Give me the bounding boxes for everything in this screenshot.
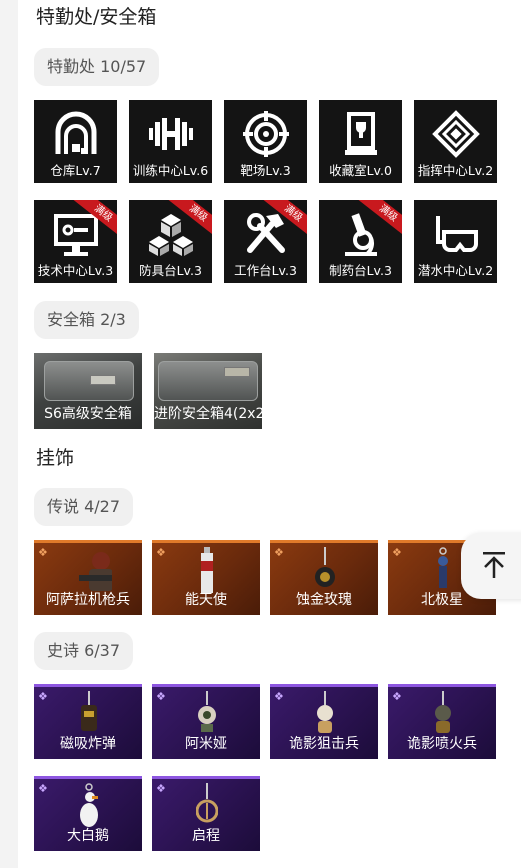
- epic-row-1: ❖ 磁吸炸弹 ❖ 阿米娅 ❖ 诡影狙击兵 ❖ 诡影喷火兵: [34, 684, 496, 759]
- epic-count-chip[interactable]: 史诗 6/37: [34, 632, 134, 670]
- safe-image: [44, 361, 134, 401]
- rarity-diamond-icon: ❖: [274, 546, 284, 559]
- charm-figure-icon: [317, 691, 333, 733]
- charm-card[interactable]: ❖ 大白鹅: [34, 776, 142, 851]
- charms-section-title: 挂饰: [36, 447, 75, 469]
- facility-tile-diving[interactable]: 潜水中心Lv.2: [414, 200, 497, 283]
- charm-rose-icon: [315, 547, 335, 587]
- facility-tile-range[interactable]: 靶场Lv.3: [224, 100, 307, 183]
- monitor-icon: [54, 214, 98, 256]
- facility-label: 潜水中心Lv.2: [417, 263, 494, 278]
- diving-mask-icon: [436, 216, 478, 252]
- charm-figure-icon: [435, 691, 451, 733]
- facility-label: 训练中心Lv.6: [132, 163, 209, 178]
- charm-compass-icon: [196, 783, 218, 823]
- epic-row-2: ❖ 大白鹅 ❖ 启程: [34, 776, 260, 851]
- rarity-diamond-icon: ❖: [392, 690, 402, 703]
- charm-card[interactable]: ❖ 能天使: [152, 540, 260, 615]
- facility-label: 仓库Lv.7: [50, 163, 101, 178]
- legendary-row: ❖ 阿萨拉机枪兵 ❖ 能天使 ❖ 蚀金玫瑰 ❖ 北极星: [34, 540, 496, 615]
- facility-label: 指挥中心Lv.2: [417, 163, 494, 178]
- boxes-icon: [149, 214, 193, 256]
- charm-figure-icon: [79, 552, 112, 591]
- charm-figure-icon: [198, 691, 216, 732]
- charm-label: 蚀金玫瑰: [296, 592, 352, 608]
- facility-tile-workbench[interactable]: 满级 工作台Lv.3: [224, 200, 307, 283]
- facility-tile-collection[interactable]: 收藏室Lv.0: [319, 100, 402, 183]
- charm-card[interactable]: ❖ 启程: [152, 776, 260, 851]
- microscope-icon: [345, 213, 377, 256]
- safe-card[interactable]: S6高级安全箱: [34, 353, 142, 429]
- tools-icon: [247, 213, 285, 253]
- target-icon: [243, 111, 289, 157]
- safe-nameplate: [90, 375, 116, 385]
- hq-section-title: 特勤处/安全箱: [36, 6, 157, 28]
- facility-tile-armor[interactable]: 满级 防具台Lv.3: [129, 200, 212, 283]
- charm-label: 诡影狙击兵: [289, 736, 359, 752]
- hq-row-2: 满级 技术中心Lv.3 满级 防具台Lv.3 满级 工作台Lv.3 满级 制药台…: [34, 200, 497, 283]
- charm-card[interactable]: ❖ 磁吸炸弹: [34, 684, 142, 759]
- charm-bomb-icon: [81, 691, 97, 731]
- charm-label: 磁吸炸弹: [60, 736, 116, 752]
- rarity-diamond-icon: ❖: [156, 690, 166, 703]
- facility-tile-tech[interactable]: 满级 技术中心Lv.3: [34, 200, 117, 283]
- charm-card[interactable]: ❖ 诡影狙击兵: [270, 684, 378, 759]
- charm-figure-icon: [438, 547, 448, 588]
- rarity-diamond-icon: ❖: [274, 690, 284, 703]
- facility-label: 工作台Lv.3: [234, 263, 297, 278]
- charm-card[interactable]: ❖ 蚀金玫瑰: [270, 540, 378, 615]
- charm-label: 阿米娅: [185, 736, 227, 752]
- chip-icon: [432, 110, 480, 158]
- warehouse-icon: [55, 111, 97, 154]
- dumbbell-icon: [149, 118, 193, 150]
- safe-label: S6高级安全箱: [44, 406, 132, 422]
- facility-label: 制药台Lv.3: [329, 263, 392, 278]
- facility-label: 技术中心Lv.3: [37, 263, 114, 278]
- rarity-diamond-icon: ❖: [38, 690, 48, 703]
- charm-label: 启程: [192, 828, 220, 844]
- charm-label: 阿萨拉机枪兵: [46, 592, 130, 608]
- facility-tile-command[interactable]: 指挥中心Lv.2: [414, 100, 497, 183]
- charm-card[interactable]: ❖ 阿米娅: [152, 684, 260, 759]
- trophy-case-icon: [345, 112, 377, 155]
- rarity-diamond-icon: ❖: [156, 782, 166, 795]
- rarity-diamond-icon: ❖: [38, 782, 48, 795]
- charm-card[interactable]: ❖ 阿萨拉机枪兵: [34, 540, 142, 615]
- rarity-diamond-icon: ❖: [38, 546, 48, 559]
- rarity-diamond-icon: ❖: [392, 546, 402, 559]
- hq-count-chip[interactable]: 特勤处 10/57: [34, 48, 160, 86]
- facility-label: 靶场Lv.3: [240, 163, 291, 178]
- facility-tile-pharmacy[interactable]: 满级 制药台Lv.3: [319, 200, 402, 283]
- safe-row: S6高级安全箱 进阶安全箱4(2x2: [34, 353, 262, 429]
- collection-page: 特勤处/安全箱 特勤处 10/57 仓库Lv.7 训练中心Lv.6 靶场Lv.3…: [18, 0, 521, 868]
- safe-count-chip[interactable]: 安全箱 2/3: [34, 301, 139, 339]
- rarity-diamond-icon: ❖: [156, 546, 166, 559]
- legendary-count-chip[interactable]: 传说 4/27: [34, 488, 134, 526]
- safe-nameplate: [224, 367, 250, 377]
- facility-tile-warehouse[interactable]: 仓库Lv.7: [34, 100, 117, 183]
- facility-label: 防具台Lv.3: [139, 263, 202, 278]
- facility-tile-training[interactable]: 训练中心Lv.6: [129, 100, 212, 183]
- hq-row-1: 仓库Lv.7 训练中心Lv.6 靶场Lv.3 收藏室Lv.0 指挥中心Lv.2: [34, 100, 497, 183]
- safe-card[interactable]: 进阶安全箱4(2x2: [154, 353, 262, 429]
- charm-tag-icon: [201, 547, 213, 593]
- charm-label: 诡影喷火兵: [407, 736, 477, 752]
- charm-label: 能天使: [185, 592, 227, 608]
- back-to-top-button[interactable]: [461, 533, 521, 599]
- facility-label: 收藏室Lv.0: [329, 163, 392, 178]
- charm-label: 大白鹅: [67, 828, 109, 844]
- charm-card[interactable]: ❖ 诡影喷火兵: [388, 684, 496, 759]
- back-to-top-icon: [483, 552, 505, 578]
- safe-label: 进阶安全箱4(2x2: [154, 406, 262, 422]
- charm-goose-icon: [80, 783, 98, 827]
